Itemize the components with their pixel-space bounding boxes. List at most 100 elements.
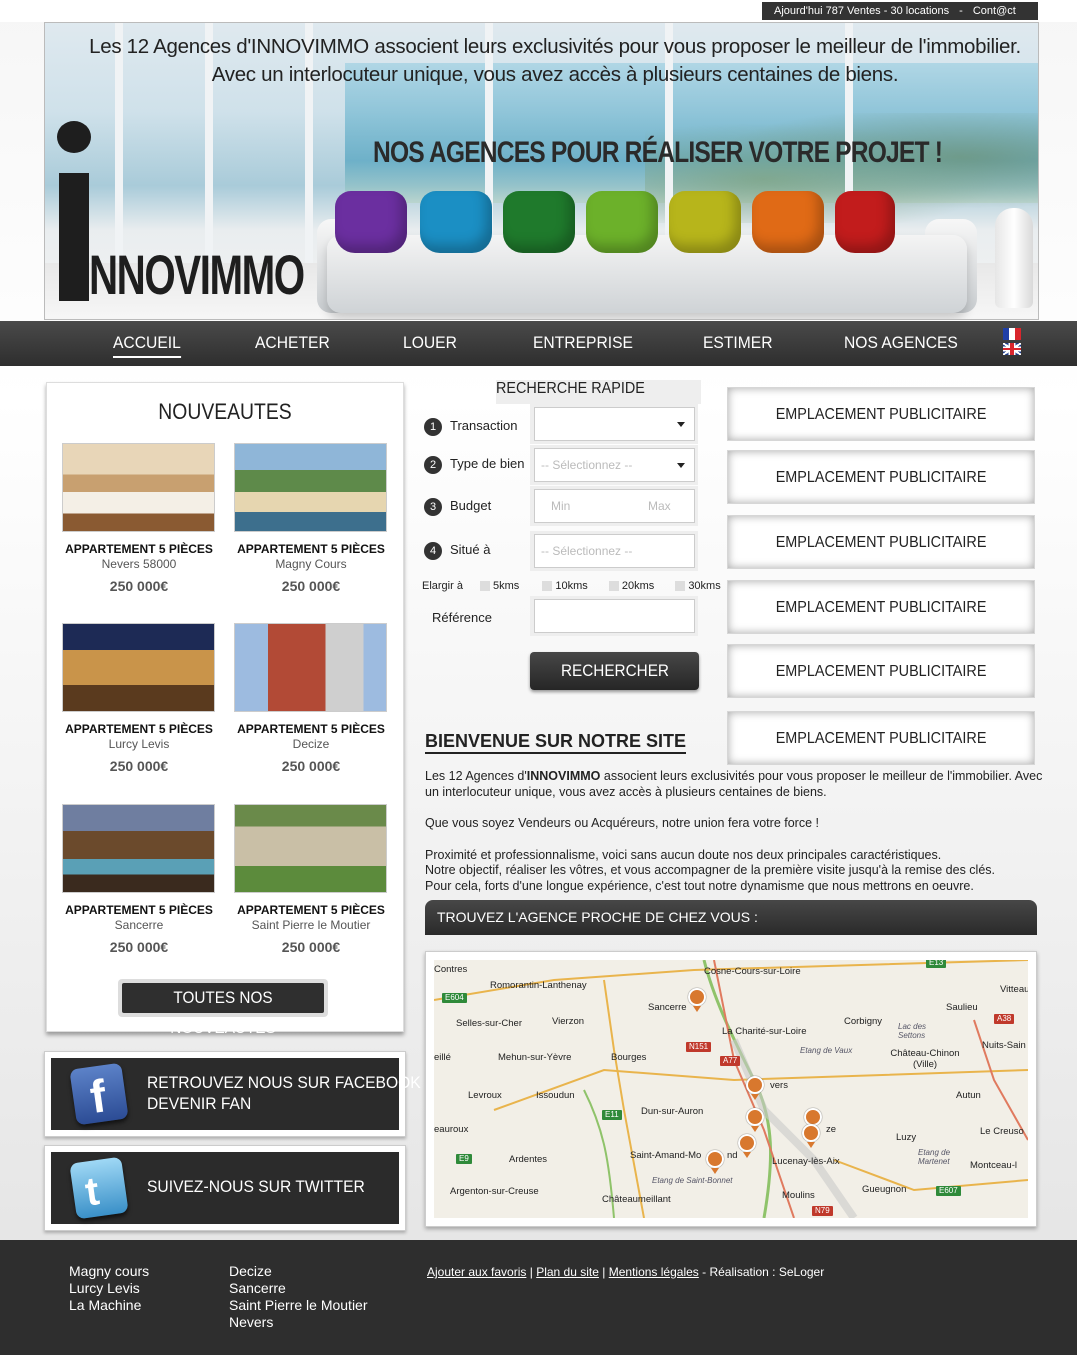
property-photo[interactable]: [62, 804, 215, 893]
budget-min-input[interactable]: Min: [534, 489, 614, 523]
property-photo[interactable]: [62, 623, 215, 712]
checkbox-icon[interactable]: [480, 581, 491, 592]
property-price: 250 000€: [109, 758, 169, 774]
nav-item-louer[interactable]: LOUER: [403, 321, 457, 366]
banner-slogan: NOS AGENCES POUR RÉALISER VOTRE PROJET !: [373, 136, 943, 169]
radius-value: 10kms: [555, 580, 588, 592]
property-card[interactable]: APPARTEMENT 5 PIÈCES Decize 250 000€: [231, 623, 391, 774]
property-photo[interactable]: [234, 804, 387, 893]
ad-slot[interactable]: EMPLACEMENT PUBLICITAIRE: [727, 515, 1035, 569]
agency-pin-icon[interactable]: [738, 1134, 756, 1158]
radius-label: Elargir à: [422, 580, 463, 592]
step-1-icon: 1: [424, 417, 442, 436]
nav-item-accueil[interactable]: ACCUEIL: [113, 321, 181, 366]
ad-slot[interactable]: EMPLACEMENT PUBLICITAIRE: [727, 644, 1035, 698]
radius-options: Elargir à 5kms 10kms 20kms 30kms: [422, 580, 721, 592]
french-flag-icon[interactable]: [1003, 328, 1021, 340]
property-location: Saint Pierre le Moutier: [251, 918, 371, 932]
map-canvas[interactable]: Contres Romorantin-Lanthenay Cosne-Cours…: [434, 960, 1028, 1218]
twitter-text: SUIVEZ-NOUS SUR TWITTER: [147, 1177, 365, 1196]
property-price: 250 000€: [281, 758, 341, 774]
ad-slot[interactable]: EMPLACEMENT PUBLICITAIRE: [727, 387, 1035, 441]
property-photo[interactable]: [234, 623, 387, 712]
map-label: nd: [727, 1150, 738, 1161]
ad-label: EMPLACEMENT PUBLICITAIRE: [775, 534, 987, 551]
radius-option[interactable]: 5kms: [480, 580, 519, 592]
agency-pin-icon[interactable]: [802, 1124, 820, 1148]
radius-option[interactable]: 30kms: [675, 580, 721, 592]
map-label: Saint-Amand-Mo: [630, 1150, 702, 1161]
footer-agency-link[interactable]: La Machine: [69, 1297, 149, 1314]
footer-agency-link[interactable]: Lurcy Levis: [69, 1280, 149, 1297]
welcome-paragraph-1: Les 12 Agences d'INNOVIMMO associent leu…: [425, 769, 1045, 800]
ad-slot[interactable]: EMPLACEMENT PUBLICITAIRE: [727, 580, 1035, 634]
map-label: Issoudun: [536, 1090, 575, 1101]
property-card[interactable]: APPARTEMENT 5 PIÈCES Magny Cours 250 000…: [231, 443, 391, 594]
search-button[interactable]: RECHERCHER: [530, 652, 699, 690]
twitter-t-glyph: t: [82, 1169, 101, 1214]
add-favorites-link[interactable]: Ajouter aux favoris: [427, 1265, 526, 1279]
property-price: 250 000€: [109, 939, 169, 955]
footer-agency-link[interactable]: Decize: [229, 1263, 368, 1280]
all-news-button-face: TOUTES NOS NOUVEAUTÉS: [122, 983, 324, 1037]
radius-option[interactable]: 10kms: [542, 580, 588, 592]
top-bar: Ajourd'hui 787 Ventes - 30 locations - Con…: [0, 0, 1077, 22]
checkbox-icon[interactable]: [542, 581, 553, 592]
footer-agency-link[interactable]: Sancerre: [229, 1280, 368, 1297]
map-label: Mehun-sur-Yèvre: [498, 1052, 572, 1063]
reference-input[interactable]: [534, 599, 695, 633]
property-card[interactable]: APPARTEMENT 5 PIÈCES Saint Pierre le Mou…: [231, 804, 391, 955]
agency-pin-icon[interactable]: [706, 1150, 724, 1174]
ad-label: EMPLACEMENT PUBLICITAIRE: [775, 730, 987, 747]
transaction-select[interactable]: [534, 407, 695, 441]
property-photo[interactable]: [234, 443, 387, 532]
nav-item-entreprise[interactable]: ENTREPRISE: [533, 321, 633, 366]
ad-label: EMPLACEMENT PUBLICITAIRE: [775, 663, 987, 680]
agency-pin-icon[interactable]: [746, 1108, 764, 1132]
transaction-label: 1 Transaction: [424, 417, 517, 436]
facebook-box[interactable]: f RETROUVEZ NOUS SUR FACEBOOK DEVENIR FA…: [44, 1051, 421, 1137]
hero-banner: Les 12 Agences d'INNOVIMMO associent leu…: [44, 22, 1039, 320]
twitter-box-inner: t SUIVEZ-NOUS SUR TWITTER: [51, 1152, 399, 1224]
welcome-text: Les 12 Agences d'INNOVIMMO associent leu…: [425, 769, 1045, 894]
road-marker: A38: [994, 1014, 1015, 1024]
pillow: [752, 191, 824, 253]
property-photo[interactable]: [62, 443, 215, 532]
checkbox-icon[interactable]: [608, 581, 619, 592]
agency-map[interactable]: Contres Romorantin-Lanthenay Cosne-Cours…: [425, 951, 1037, 1227]
nav-item-nos-agences[interactable]: NOS AGENCES: [844, 321, 958, 366]
pillow: [420, 191, 492, 253]
budget-max-input[interactable]: Max: [614, 489, 695, 523]
sitemap-link[interactable]: Plan du site: [536, 1265, 599, 1279]
location-select[interactable]: -- Sélectionnez --: [534, 534, 695, 568]
main-nav: ACCUEIL ACHETER LOUER ENTREPRISE ESTIMER…: [0, 321, 1077, 366]
ad-slot[interactable]: EMPLACEMENT PUBLICITAIRE: [727, 450, 1035, 504]
footer-agency-link[interactable]: Magny cours: [69, 1263, 149, 1280]
legal-link[interactable]: Mentions légales: [609, 1265, 699, 1279]
nav-item-acheter[interactable]: ACHETER: [255, 321, 330, 366]
agency-pin-icon[interactable]: [746, 1076, 764, 1100]
link-separator: |: [529, 1265, 533, 1279]
separator: -: [959, 5, 963, 17]
property-location: Lurcy Levis: [108, 737, 170, 751]
property-card[interactable]: APPARTEMENT 5 PIÈCES Nevers 58000 250 00…: [59, 443, 219, 594]
type-select[interactable]: -- Sélectionnez --: [534, 448, 695, 482]
checkbox-icon[interactable]: [675, 581, 686, 592]
footer-agency-link[interactable]: Nevers: [229, 1314, 368, 1331]
twitter-box[interactable]: t SUIVEZ-NOUS SUR TWITTER: [44, 1145, 406, 1231]
map-label: Etang de Vaux: [800, 1046, 853, 1055]
map-label: Vitteau: [1000, 984, 1028, 995]
ad-slot[interactable]: EMPLACEMENT PUBLICITAIRE: [727, 711, 1035, 765]
property-card[interactable]: APPARTEMENT 5 PIÈCES Lurcy Levis 250 000…: [59, 623, 219, 774]
nav-item-estimer[interactable]: ESTIMER: [703, 321, 773, 366]
property-card[interactable]: APPARTEMENT 5 PIÈCES Sancerre 250 000€: [59, 804, 219, 955]
agency-pin-icon[interactable]: [688, 988, 706, 1012]
radius-value: 30kms: [688, 580, 721, 592]
ad-label: EMPLACEMENT PUBLICITAIRE: [775, 599, 987, 616]
radius-option[interactable]: 20kms: [608, 580, 654, 592]
footer-agency-link[interactable]: Saint Pierre le Moutier: [229, 1297, 368, 1314]
contact-link[interactable]: Cont@ct: [973, 5, 1016, 17]
uk-flag-icon[interactable]: [1003, 343, 1021, 355]
all-news-button[interactable]: TOUTES NOS NOUVEAUTÉS: [118, 979, 328, 1037]
link-separator: |: [602, 1265, 606, 1279]
